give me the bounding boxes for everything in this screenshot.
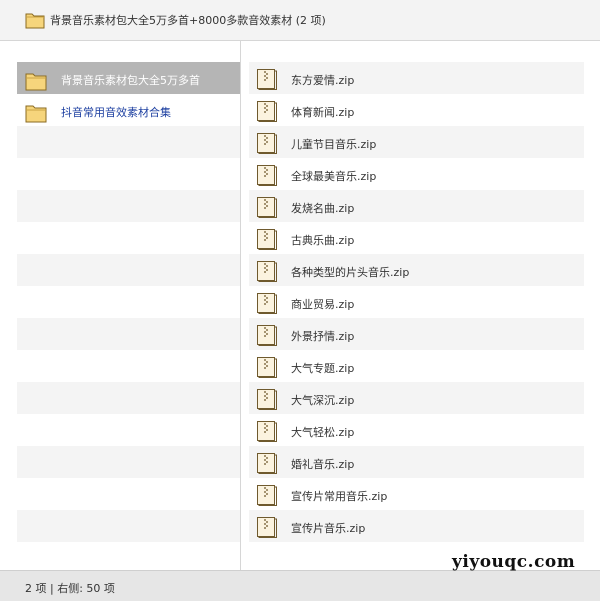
folder-icon [25,13,45,29]
empty-row [17,126,240,158]
empty-row [17,158,240,190]
folder-item-background-music[interactable]: 背景音乐素材包大全5万多首 [17,62,240,94]
empty-row [17,446,240,478]
folder-tree-pane[interactable]: 背景音乐素材包大全5万多首 抖音常用音效素材合集 [0,41,241,570]
zip-file-icon [257,517,277,538]
file-item[interactable]: 大气专题.zip [249,350,584,382]
empty-row [17,222,240,254]
zip-file-icon [257,357,277,378]
file-name: 婚礼音乐.zip [291,458,355,471]
folder-item-sound-effects[interactable]: 抖音常用音效素材合集 [17,94,240,126]
empty-row [17,478,240,510]
file-item[interactable]: 宣传片常用音乐.zip [249,478,584,510]
zip-file-icon [257,389,277,410]
zip-file-icon [257,485,277,506]
file-item[interactable]: 各种类型的片头音乐.zip [249,254,584,286]
file-list-pane[interactable]: 东方爱情.zip 体育新闻.zip 儿童节目音乐.zip 全球最美音乐.zip [241,41,600,570]
empty-row [17,318,240,350]
zip-file-icon [257,101,277,122]
file-item[interactable]: 东方爱情.zip [249,62,584,94]
file-item[interactable]: 宣传片音乐.zip [249,510,584,542]
file-name: 大气深沉.zip [291,394,355,407]
file-name: 宣传片常用音乐.zip [291,490,388,503]
zip-file-icon [257,293,277,314]
folder-icon [25,105,47,123]
file-name: 宣传片音乐.zip [291,522,366,535]
window-title: 背景音乐素材包大全5万多首+8000多款音效素材 (2 项) [50,14,326,27]
file-name: 东方爱情.zip [291,74,355,87]
file-item[interactable]: 古典乐曲.zip [249,222,584,254]
zip-file-icon [257,197,277,218]
file-item[interactable]: 外景抒情.zip [249,318,584,350]
zip-file-icon [257,229,277,250]
empty-row [17,382,240,414]
status-bar: 2 项 | 右侧: 50 项 [0,570,600,601]
zip-file-icon [257,421,277,442]
file-name: 古典乐曲.zip [291,234,355,247]
file-item[interactable]: 儿童节目音乐.zip [249,126,584,158]
title-bar: 背景音乐素材包大全5万多首+8000多款音效素材 (2 项) [0,0,600,41]
file-item[interactable]: 体育新闻.zip [249,94,584,126]
file-name: 商业贸易.zip [291,298,355,311]
file-name: 大气轻松.zip [291,426,355,439]
watermark: yiyouqc.com [452,552,576,572]
empty-row [17,254,240,286]
file-name: 外景抒情.zip [291,330,355,343]
folder-item-label: 背景音乐素材包大全5万多首 [61,74,200,87]
file-name: 儿童节目音乐.zip [291,138,377,151]
file-item[interactable]: 全球最美音乐.zip [249,158,584,190]
file-item[interactable]: 婚礼音乐.zip [249,446,584,478]
file-name: 大气专题.zip [291,362,355,375]
zip-file-icon [257,165,277,186]
folder-item-label: 抖音常用音效素材合集 [61,106,171,119]
empty-row [17,510,240,542]
file-name: 体育新闻.zip [291,106,355,119]
zip-file-icon [257,69,277,90]
file-name: 发烧名曲.zip [291,202,355,215]
file-item[interactable]: 发烧名曲.zip [249,190,584,222]
empty-row [17,414,240,446]
empty-row [17,350,240,382]
file-item[interactable]: 商业贸易.zip [249,286,584,318]
empty-row [17,286,240,318]
file-item[interactable]: 大气轻松.zip [249,414,584,446]
zip-file-icon [257,453,277,474]
empty-row [17,190,240,222]
file-item[interactable]: 大气深沉.zip [249,382,584,414]
status-text: 2 项 | 右侧: 50 项 [25,582,115,595]
file-name: 全球最美音乐.zip [291,170,377,183]
zip-file-icon [257,261,277,282]
file-name: 各种类型的片头音乐.zip [291,266,410,279]
folder-icon [25,73,47,91]
zip-file-icon [257,133,277,154]
zip-file-icon [257,325,277,346]
